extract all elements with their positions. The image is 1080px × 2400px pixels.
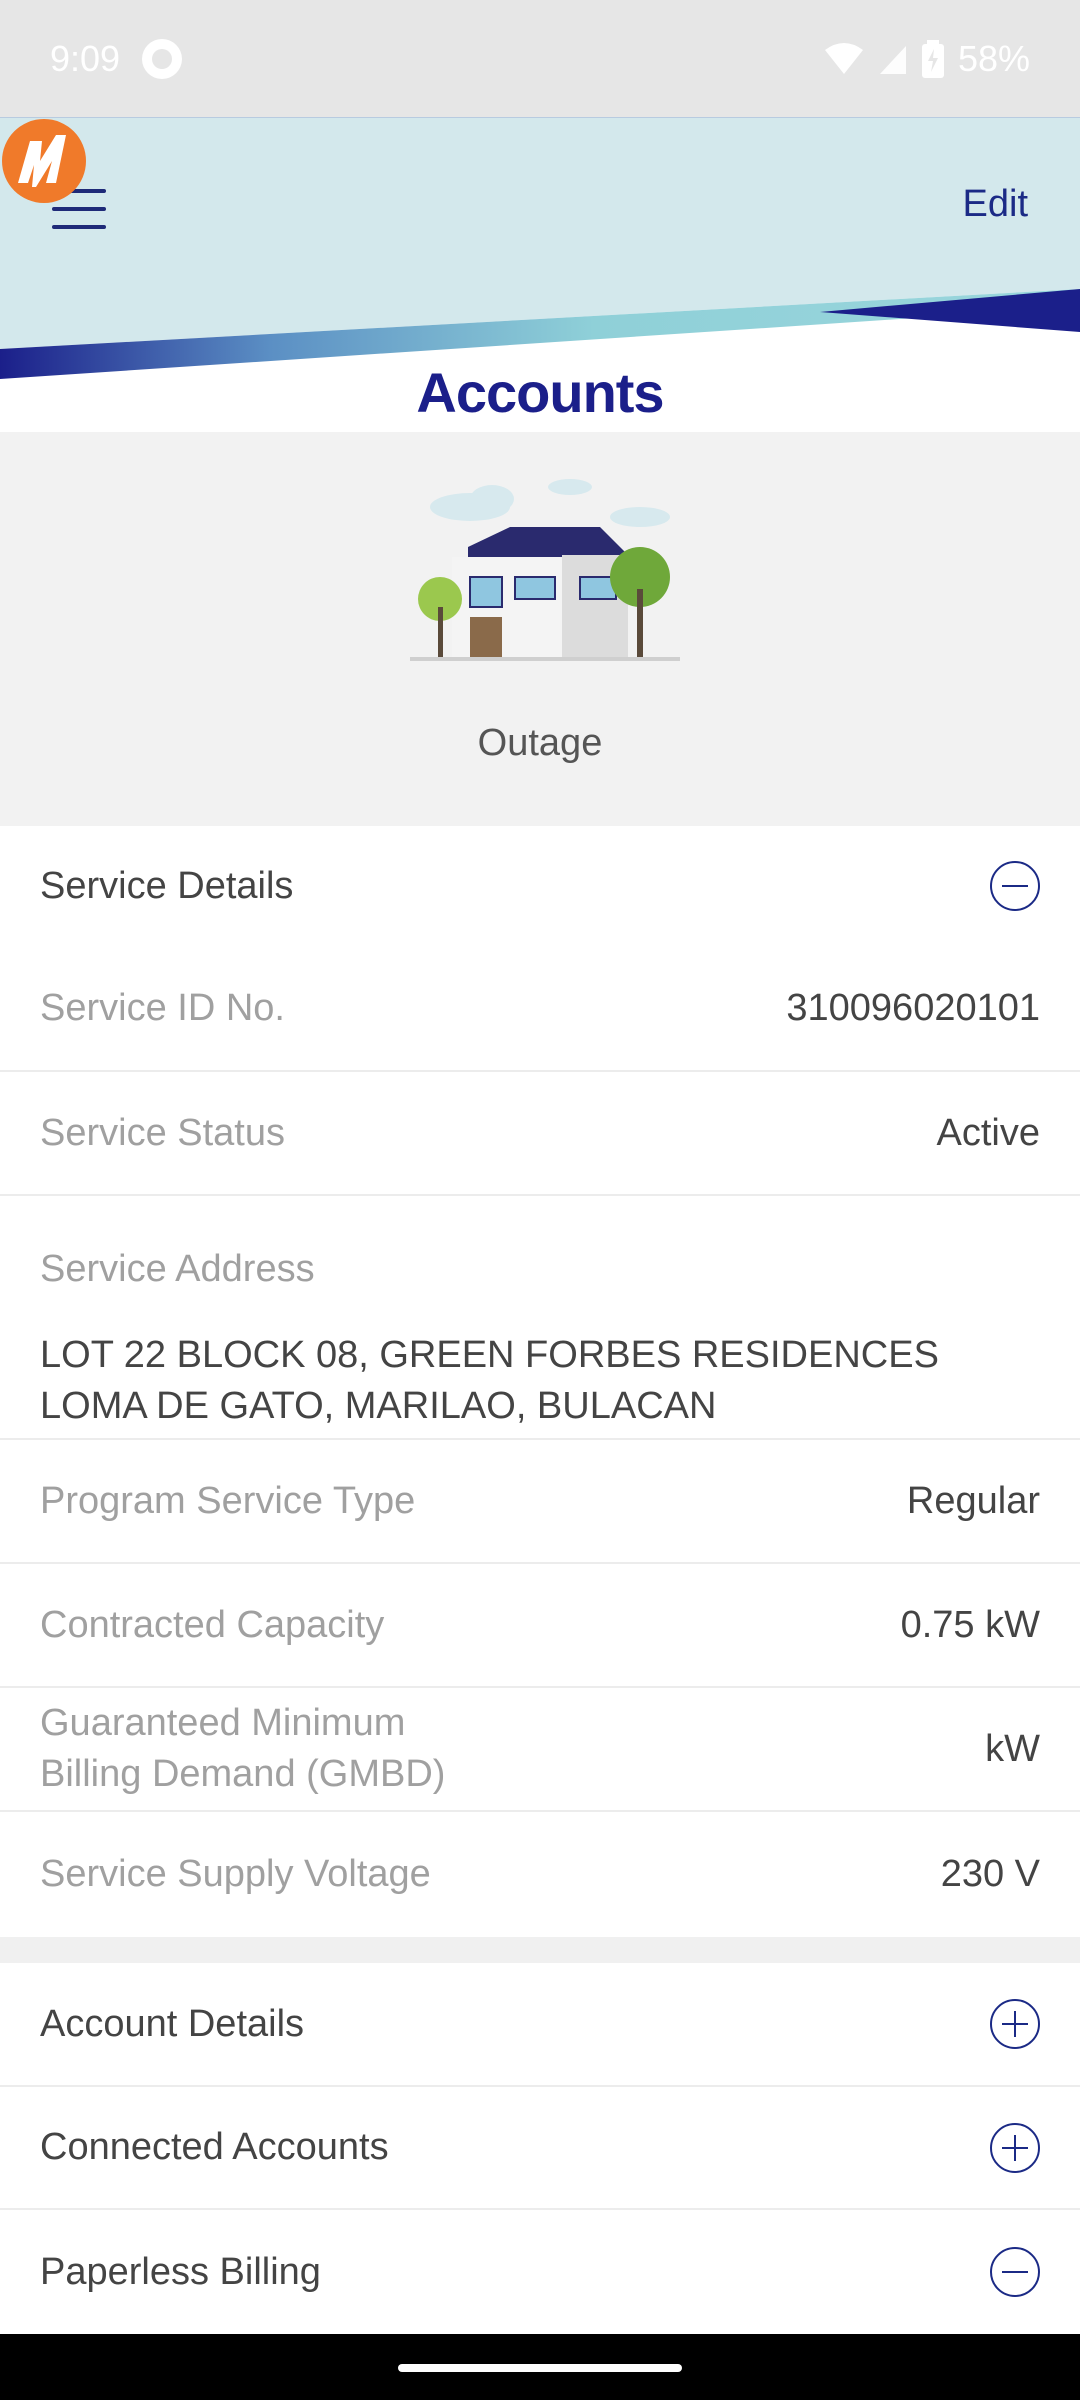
collapse-minus-icon[interactable] <box>990 2247 1040 2297</box>
address-line-2: LOMA DE GATO, MARILAO, BULACAN <box>40 1385 717 1427</box>
row-label: Service ID No. <box>40 986 285 1029</box>
battery-icon <box>921 39 944 78</box>
service-id-row: Service ID No. 310096020101 <box>0 946 1080 1072</box>
expand-plus-icon[interactable] <box>990 1999 1040 2049</box>
gmbd-label: Guaranteed Minimum Billing Demand (GMBD) <box>40 1698 445 1800</box>
row-value: 310096020101 <box>786 986 1040 1029</box>
address-line-1: LOT 22 BLOCK 08, GREEN FORBES RESIDENCES <box>40 1334 939 1376</box>
paperless-billing-header[interactable]: Paperless Billing <box>0 2210 1080 2334</box>
page-title: Accounts <box>416 361 664 424</box>
signal-icon <box>879 45 906 74</box>
app-header: Edit Accounts <box>0 117 1080 432</box>
row-label: Service Supply Voltage <box>40 1853 431 1895</box>
row-label: Service Status <box>40 1111 285 1154</box>
row-value: Regular <box>906 1479 1040 1522</box>
program-service-type-row: Program Service Type Regular <box>0 1440 1080 1564</box>
status-time: 9:09 <box>50 37 121 79</box>
section-title: Paperless Billing <box>40 2250 321 2293</box>
meralco-logo <box>2 119 86 203</box>
outage-banner[interactable]: Outage <box>0 432 1080 826</box>
edit-button[interactable]: Edit <box>963 183 1028 226</box>
address-text: LOT 22 BLOCK 08, GREEN FORBES RESIDENCES… <box>40 1330 1040 1432</box>
section-title: Account Details <box>40 2002 305 2045</box>
battery-percent: 58% <box>957 37 1030 79</box>
row-label: Contracted Capacity <box>40 1603 385 1646</box>
gmbd-row: Guaranteed Minimum Billing Demand (GMBD)… <box>0 1688 1080 1812</box>
connected-accounts-header[interactable]: Connected Accounts <box>0 2087 1080 2210</box>
service-status-row: Service Status Active <box>0 1072 1080 1196</box>
address-label: Service Address <box>40 1248 315 1290</box>
account-details-header[interactable]: Account Details <box>0 1963 1080 2087</box>
hamburger-line <box>52 225 106 229</box>
service-address-block: Service Address LOT 22 BLOCK 08, GREEN F… <box>0 1196 1080 1440</box>
row-label: Program Service Type <box>40 1479 416 1522</box>
expand-plus-icon[interactable] <box>990 2122 1040 2173</box>
gmbd-label-line-2: Billing Demand (GMBD) <box>40 1753 446 1795</box>
supply-voltage-row: Service Supply Voltage 230 V <box>0 1812 1080 1937</box>
sync-icon <box>142 38 183 79</box>
contracted-capacity-row: Contracted Capacity 0.75 kW <box>0 1564 1080 1688</box>
home-handle[interactable] <box>398 2364 682 2372</box>
house-illustration <box>410 479 680 661</box>
section-title: Service Details <box>40 864 294 907</box>
outage-label: Outage <box>477 722 603 764</box>
row-value: kW <box>985 1727 1040 1770</box>
wifi-icon <box>824 42 863 74</box>
row-value: 230 V <box>940 1853 1040 1895</box>
row-value: 0.75 kW <box>900 1603 1040 1646</box>
hamburger-line <box>52 207 106 211</box>
section-divider <box>0 1937 1080 1963</box>
service-details-header[interactable]: Service Details <box>0 826 1080 946</box>
section-title: Connected Accounts <box>40 2126 389 2168</box>
collapse-minus-icon[interactable] <box>990 861 1040 911</box>
status-bar: 9:09 58% <box>0 0 1080 117</box>
row-value: Active <box>936 1111 1040 1154</box>
gmbd-label-line-1: Guaranteed Minimum <box>40 1702 406 1744</box>
